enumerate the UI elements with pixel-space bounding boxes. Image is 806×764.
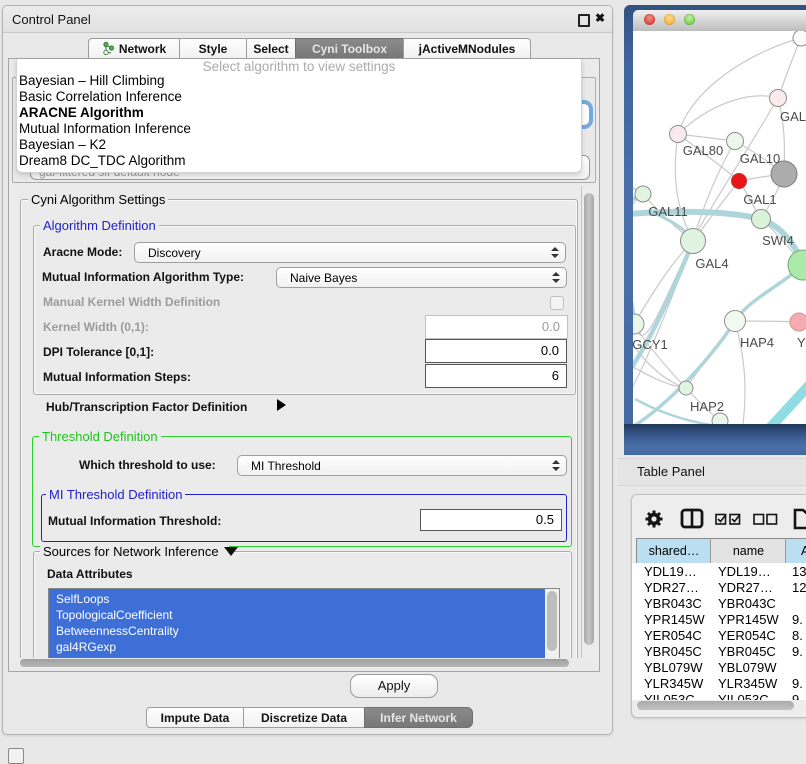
svg-text:GAL1: GAL1 — [743, 192, 776, 207]
svg-text:Y: Y — [797, 335, 806, 350]
svg-text:GAL4: GAL4 — [695, 256, 728, 271]
svg-text:GCY1: GCY1 — [633, 337, 668, 352]
svg-text:HAP2: HAP2 — [690, 399, 724, 414]
svg-text:GAL: GAL — [780, 109, 806, 124]
svg-text:HAP4: HAP4 — [740, 335, 774, 350]
svg-text:GAL11: GAL11 — [648, 204, 688, 219]
svg-text:SWI4: SWI4 — [762, 233, 794, 248]
svg-text:GAL10: GAL10 — [740, 151, 780, 166]
svg-text:GAL80: GAL80 — [683, 143, 723, 158]
